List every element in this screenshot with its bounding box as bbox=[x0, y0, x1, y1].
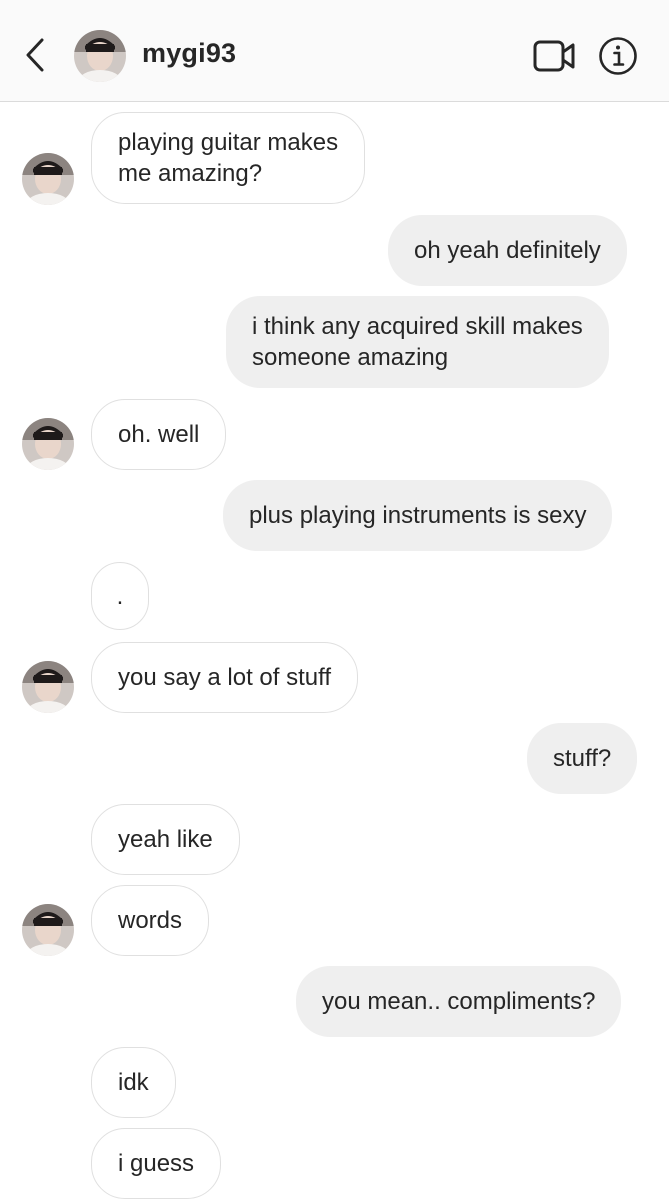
sender-avatar[interactable] bbox=[22, 153, 74, 205]
message-bubble-incoming[interactable]: yeah like bbox=[91, 804, 240, 875]
profile-photo-image bbox=[22, 418, 74, 470]
back-button[interactable] bbox=[22, 36, 50, 74]
message-bubble-incoming[interactable]: words bbox=[91, 885, 210, 956]
conversation-info-button[interactable] bbox=[598, 36, 638, 76]
message-text: i guess bbox=[118, 1150, 195, 1177]
message-bubble-outgoing[interactable]: stuff? bbox=[527, 723, 638, 794]
profile-photo-image bbox=[22, 153, 74, 205]
message-text: oh yeah definitely bbox=[414, 237, 601, 264]
chevron-left-icon bbox=[26, 38, 44, 72]
message-text: words bbox=[118, 907, 183, 934]
sender-avatar[interactable] bbox=[22, 418, 74, 470]
message-text: i think any acquired skill makes someone… bbox=[252, 313, 583, 371]
message-text: oh. well bbox=[118, 421, 200, 448]
profile-photo-image bbox=[74, 30, 126, 82]
video-camera-icon bbox=[533, 40, 575, 72]
message-bubble-outgoing[interactable]: oh yeah definitely bbox=[388, 215, 627, 286]
message-text: idk bbox=[118, 1069, 149, 1096]
message-bubble-incoming[interactable]: idk bbox=[91, 1047, 176, 1118]
video-call-button[interactable] bbox=[533, 39, 577, 73]
message-text: stuff? bbox=[553, 745, 612, 772]
message-bubble-outgoing[interactable]: you mean.. compliments? bbox=[296, 966, 622, 1037]
message-bubble-incoming[interactable]: playing guitar makes me amazing? bbox=[91, 112, 366, 204]
message-bubble-incoming[interactable]: i guess bbox=[91, 1128, 222, 1199]
message-bubble-incoming[interactable]: oh. well bbox=[91, 399, 227, 470]
profile-photo-image bbox=[22, 904, 74, 956]
message-text: playing guitar makes me amazing? bbox=[118, 129, 339, 187]
message-bubble-incoming[interactable]: . bbox=[91, 562, 149, 630]
message-text: you say a lot of stuff bbox=[118, 664, 332, 691]
message-bubble-incoming[interactable]: you say a lot of stuff bbox=[91, 642, 359, 713]
message-bubble-outgoing[interactable]: plus playing instruments is sexy bbox=[223, 480, 613, 551]
chat-header: mygi93 bbox=[0, 0, 669, 102]
sender-avatar[interactable] bbox=[22, 904, 74, 956]
profile-photo-image bbox=[22, 661, 74, 713]
sender-avatar[interactable] bbox=[22, 661, 74, 713]
message-bubble-outgoing[interactable]: i think any acquired skill makes someone… bbox=[226, 296, 609, 388]
chat-username[interactable]: mygi93 bbox=[142, 38, 236, 69]
message-text: plus playing instruments is sexy bbox=[249, 502, 587, 529]
message-text: you mean.. compliments? bbox=[322, 988, 596, 1015]
message-text: yeah like bbox=[118, 826, 213, 853]
info-icon bbox=[599, 37, 637, 75]
avatar[interactable] bbox=[74, 30, 126, 82]
message-text: . bbox=[116, 582, 124, 610]
